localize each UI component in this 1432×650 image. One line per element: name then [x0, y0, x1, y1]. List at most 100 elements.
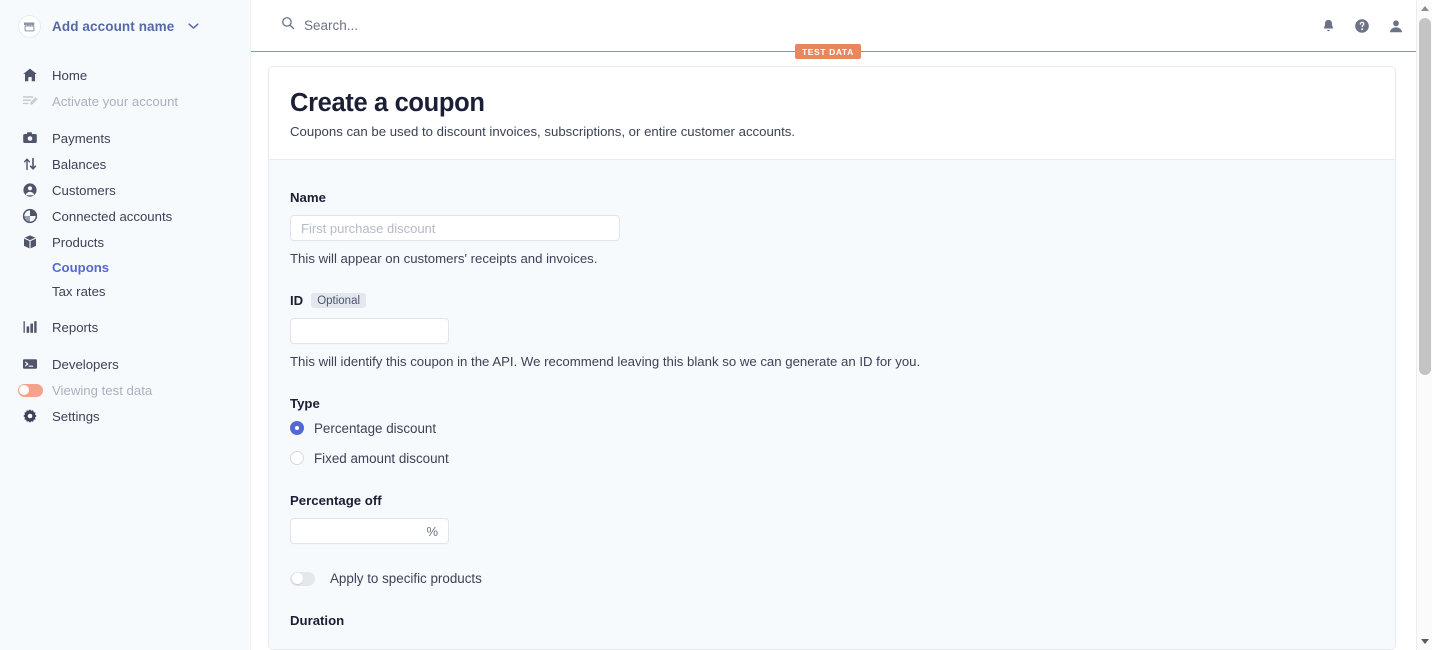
- sidebar-subitem-label: Tax rates: [52, 283, 106, 299]
- test-data-banner-line: TEST DATA: [251, 44, 1432, 59]
- sidebar-item-payments[interactable]: Payments: [0, 125, 250, 151]
- payments-icon: [22, 130, 38, 146]
- sidebar-item-label: Viewing test data: [52, 382, 153, 398]
- customers-icon: [22, 182, 38, 198]
- sidebar-item-coupons[interactable]: Coupons: [0, 255, 250, 279]
- vertical-scrollbar[interactable]: [1416, 0, 1432, 650]
- sidebar-item-products[interactable]: Products: [0, 229, 250, 255]
- apply-products-label: Apply to specific products: [330, 571, 482, 587]
- page-subtitle: Coupons can be used to discount invoices…: [290, 124, 796, 140]
- sidebar-item-label: Home: [52, 67, 88, 83]
- account-switcher[interactable]: Add account name: [0, 0, 250, 52]
- name-input-placeholder: First purchase discount: [301, 220, 436, 236]
- chevron-down-icon: [188, 22, 199, 30]
- sidebar-item-label: Connected accounts: [52, 208, 173, 224]
- user-account-icon[interactable]: [1388, 18, 1404, 34]
- nav-group-primary: Home Activate your account: [0, 62, 250, 114]
- scroll-up-arrow[interactable]: [1417, 0, 1432, 17]
- sidebar-item-connected-accounts[interactable]: Connected accounts: [0, 203, 250, 229]
- nav-group-tools: Developers Viewing test data Settings: [0, 351, 250, 429]
- sidebar-item-label: Balances: [52, 156, 107, 172]
- radio-percentage-discount[interactable]: Percentage discount: [290, 415, 1374, 441]
- percentage-input[interactable]: %: [290, 518, 449, 545]
- balances-icon: [22, 156, 38, 172]
- help-circle-icon[interactable]: [1354, 18, 1370, 34]
- radio-percentage-discount-indicator: [290, 421, 304, 436]
- home-icon: [22, 67, 38, 83]
- sidebar-item-reports[interactable]: Reports: [0, 314, 250, 340]
- scrollbar-thumb[interactable]: [1419, 18, 1431, 375]
- name-label: Name: [290, 190, 1374, 205]
- radio-fixed-amount-discount-indicator: [290, 451, 304, 466]
- id-label: ID Optional: [290, 293, 1374, 309]
- id-field-group: ID Optional This will identify this coup…: [290, 293, 1374, 369]
- store-icon: [18, 14, 41, 38]
- top-bar-icons: [1321, 18, 1404, 34]
- sidebar-item-customers[interactable]: Customers: [0, 177, 250, 203]
- sidebar-nav: Home Activate your account Payments Bala…: [0, 52, 250, 429]
- percentage-label: Percentage off: [290, 493, 1374, 508]
- card-header: Create a coupon Coupons can be used to d…: [269, 67, 1395, 161]
- sidebar-item-label: Customers: [52, 182, 116, 198]
- sidebar-item-settings[interactable]: Settings: [0, 403, 250, 429]
- sidebar-item-label: Reports: [52, 319, 99, 335]
- percentage-field-group: Percentage off %: [290, 493, 1374, 545]
- sidebar-item-activate-your-account[interactable]: Activate your account: [0, 88, 250, 114]
- search-placeholder: Search...: [304, 18, 359, 33]
- apply-products-switch-indicator: [290, 571, 315, 586]
- sidebar-item-label: Settings: [52, 408, 100, 424]
- id-help-text: This will identify this coupon in the AP…: [290, 354, 921, 370]
- nav-group-reports: Reports: [0, 314, 250, 340]
- notifications-bell-icon[interactable]: [1321, 18, 1336, 34]
- duration-field-group: Duration: [290, 613, 1374, 628]
- coupon-form-card: Create a coupon Coupons can be used to d…: [268, 66, 1396, 650]
- developers-icon: [22, 356, 38, 372]
- id-label-text: ID: [290, 293, 304, 309]
- percent-suffix: %: [426, 523, 438, 539]
- duration-label: Duration: [290, 613, 1374, 628]
- reports-icon: [22, 319, 38, 335]
- page-title: Create a coupon: [290, 89, 485, 117]
- name-label-text: Name: [290, 190, 326, 206]
- apply-to-specific-products-toggle[interactable]: Apply to specific products: [290, 571, 1374, 586]
- sidebar-subitem-label: Coupons: [52, 259, 110, 275]
- search-icon: [281, 16, 295, 35]
- radio-fixed-amount-discount[interactable]: Fixed amount discount: [290, 445, 1374, 471]
- search-input[interactable]: Search...: [281, 16, 358, 35]
- duration-label-text: Duration: [290, 613, 345, 629]
- sidebar-item-label: Products: [52, 234, 105, 250]
- content-scroll-region: Create a coupon Coupons can be used to d…: [251, 52, 1432, 650]
- scroll-down-arrow[interactable]: [1417, 633, 1432, 650]
- name-field-group: Name First purchase discount This will a…: [290, 190, 1374, 266]
- sidebar-item-label: Activate your account: [52, 93, 179, 109]
- name-input[interactable]: First purchase discount: [290, 215, 620, 242]
- app-root: Add account name Home Activate your acco…: [0, 0, 1432, 650]
- toggle-on-icon: [17, 382, 43, 398]
- sidebar-item-label: Payments: [52, 130, 111, 146]
- sidebar-item-balances[interactable]: Balances: [0, 151, 250, 177]
- type-field-group: Type Percentage discount Fixed amount di…: [290, 396, 1374, 471]
- main-area: Search... TEST DATA Create a coupon Coup…: [251, 0, 1432, 650]
- sidebar-item-tax-rates[interactable]: Tax rates: [0, 279, 250, 303]
- optional-badge: Optional: [311, 293, 367, 309]
- sidebar-item-viewing-test-data[interactable]: Viewing test data: [0, 377, 250, 403]
- percentage-label-text: Percentage off: [290, 493, 382, 509]
- activate-icon: [22, 93, 38, 109]
- sidebar-item-developers[interactable]: Developers: [0, 351, 250, 377]
- gear-icon: [22, 408, 38, 424]
- sidebar: Add account name Home Activate your acco…: [0, 0, 251, 650]
- id-input[interactable]: [290, 318, 449, 345]
- type-label: Type: [290, 396, 1374, 411]
- sidebar-item-label: Developers: [52, 356, 119, 372]
- card-body: Name First purchase discount This will a…: [269, 160, 1395, 628]
- type-label-text: Type: [290, 396, 320, 412]
- account-name-label: Add account name: [52, 18, 175, 34]
- connected-accounts-icon: [22, 208, 38, 224]
- name-help-text: This will appear on customers' receipts …: [290, 251, 598, 267]
- products-icon: [22, 234, 38, 250]
- test-data-badge: TEST DATA: [795, 44, 861, 59]
- nav-group-business: Payments Balances Customers Connected ac…: [0, 125, 250, 303]
- radio-fixed-amount-discount-label: Fixed amount discount: [314, 450, 449, 466]
- sidebar-item-home[interactable]: Home: [0, 62, 250, 88]
- radio-percentage-discount-label: Percentage discount: [314, 420, 437, 436]
